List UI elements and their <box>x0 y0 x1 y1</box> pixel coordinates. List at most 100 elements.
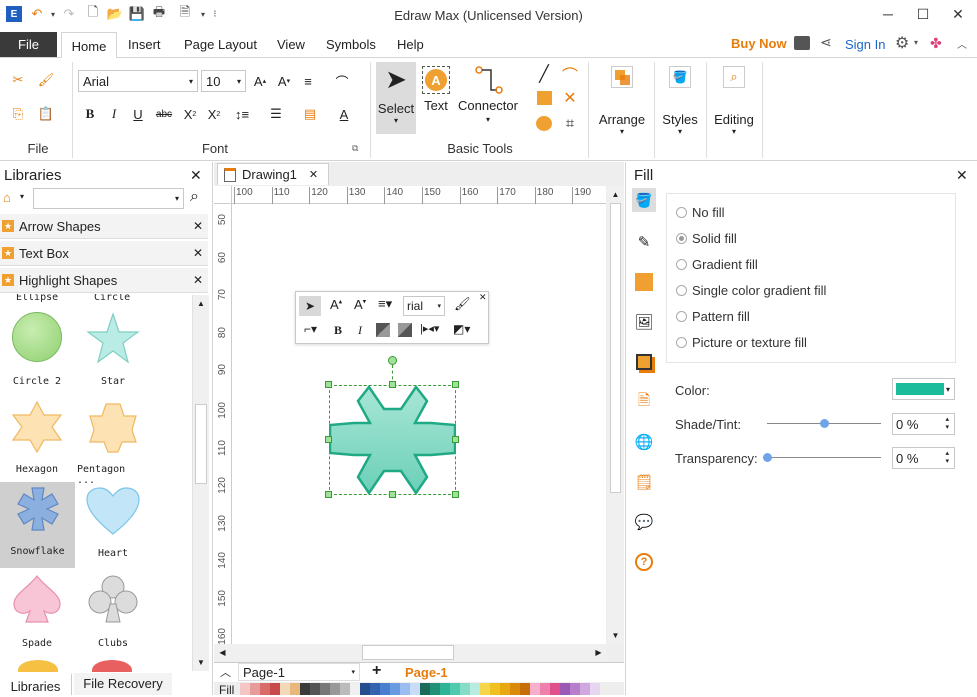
page-properties-icon[interactable]: 🗎 <box>632 390 656 414</box>
page-selector[interactable]: Page-1 ▾ <box>238 663 360 681</box>
align-icon[interactable]: ≡▾ <box>378 296 392 312</box>
palette-swatch[interactable] <box>290 683 300 695</box>
font-size-select[interactable]: 10 ▾ <box>201 70 246 92</box>
radio-no-fill[interactable]: No fill <box>676 202 725 222</box>
format-painter-icon[interactable]: 🖌 <box>454 296 471 312</box>
palette-swatch[interactable] <box>520 683 530 695</box>
radio-solid-fill[interactable]: Solid fill <box>676 228 737 248</box>
scroll-up-icon[interactable]: ▲ <box>607 186 624 203</box>
arc-icon[interactable]: ⌒ <box>560 64 580 85</box>
palette-swatch[interactable] <box>330 683 340 695</box>
palette-swatch[interactable] <box>440 683 450 695</box>
close-button[interactable]: ✕ <box>944 4 972 24</box>
strikethrough-icon[interactable]: abc <box>154 104 174 124</box>
distribute-icon[interactable]: |▸◂▾ <box>420 322 439 335</box>
decrease-font-icon[interactable]: A▾ <box>354 297 366 312</box>
resize-handle[interactable] <box>452 381 459 388</box>
palette-swatch[interactable] <box>420 683 430 695</box>
close-icon[interactable]: ✕ <box>309 168 318 181</box>
canvas-vertical-scrollbar[interactable]: ▲ ▼ <box>607 186 624 644</box>
document-tab[interactable]: Drawing1 ✕ <box>217 163 329 185</box>
scroll-down-icon[interactable]: ▼ <box>607 627 624 644</box>
radio-pattern-fill[interactable]: Pattern fill <box>676 306 750 326</box>
font-color-icon[interactable]: A <box>334 104 354 124</box>
resize-handle[interactable] <box>325 436 332 443</box>
scroll-left-icon[interactable]: ◀ <box>214 644 231 661</box>
palette-swatch[interactable] <box>260 683 270 695</box>
scroll-thumb[interactable] <box>610 203 621 493</box>
scroll-up-icon[interactable]: ▲ <box>193 295 209 312</box>
cut-icon[interactable]: ✂ <box>8 70 28 90</box>
shape-style-icon[interactable]: ◩▾ <box>453 322 470 336</box>
shape-spade[interactable]: Spade <box>1 574 73 660</box>
tab-help[interactable]: Help <box>397 37 424 52</box>
settings-dropdown-icon[interactable]: ▾ <box>914 38 918 47</box>
library-category-arrow-shapes[interactable]: ★ Arrow Shapes <box>0 214 208 239</box>
spinner-icon[interactable]: ▴ ▾ <box>945 450 949 466</box>
palette-swatch[interactable] <box>410 683 420 695</box>
tab-insert[interactable]: Insert <box>128 37 161 52</box>
rectangle-icon[interactable] <box>537 91 552 105</box>
text-highlight-icon[interactable]: ▤ <box>300 104 320 124</box>
transparency-slider-knob[interactable] <box>763 453 772 462</box>
minimize-button[interactable]: ─ <box>874 4 902 24</box>
palette-swatch[interactable] <box>280 683 290 695</box>
italic-icon[interactable]: I <box>358 323 362 338</box>
pointer-icon[interactable]: ➤ <box>299 296 321 316</box>
shape-partial[interactable] <box>92 660 132 672</box>
format-painter-icon[interactable]: 🖌 <box>36 70 56 90</box>
font-family-select[interactable]: Arial ▾ <box>78 70 198 92</box>
text-direction-icon[interactable]: ⌒ <box>332 71 352 91</box>
connector-style-icon[interactable]: ⌐▾ <box>304 322 317 336</box>
palette-swatch[interactable] <box>380 683 390 695</box>
palette-swatch[interactable] <box>530 683 540 695</box>
transparency-input[interactable]: 0 % ▴ ▾ <box>892 447 955 469</box>
theme-icon[interactable]: ✤ <box>930 35 942 52</box>
palette-swatch[interactable] <box>350 683 360 695</box>
rotation-handle[interactable] <box>388 356 397 365</box>
font-dialog-launcher-icon[interactable]: ⧉ <box>352 143 358 154</box>
library-search-input[interactable]: ▾ <box>33 188 184 209</box>
share-icon[interactable]: ⋖ <box>820 34 832 51</box>
styles-button[interactable]: 🪣 Styles ▾ <box>658 66 702 146</box>
palette-swatch[interactable] <box>270 683 280 695</box>
shape-circle-2[interactable]: Circle 2 <box>1 312 73 398</box>
line-style-icon[interactable]: ✎ <box>632 230 656 254</box>
align-icon[interactable]: ≡ <box>298 71 318 91</box>
palette-swatch[interactable] <box>250 683 260 695</box>
line-spacing-icon[interactable]: ↕≡ <box>232 104 252 124</box>
copy-icon[interactable]: ⎘ <box>8 104 28 124</box>
color-palette[interactable] <box>240 683 600 695</box>
page-nav-up-icon[interactable]: ︿ <box>220 664 231 680</box>
snowflake-shape[interactable] <box>329 385 456 495</box>
palette-swatch[interactable] <box>390 683 400 695</box>
ellipse-icon[interactable] <box>536 116 552 131</box>
shape-pentagon[interactable]: Pentagon ... <box>77 400 149 486</box>
palette-swatch[interactable] <box>450 683 460 695</box>
radio-gradient-fill[interactable]: Gradient fill <box>676 254 758 274</box>
bring-front-icon[interactable] <box>376 323 390 337</box>
scroll-thumb[interactable] <box>362 645 454 660</box>
resize-handle[interactable] <box>389 381 396 388</box>
subscript-icon[interactable]: X2 <box>180 104 200 124</box>
palette-swatch[interactable] <box>460 683 470 695</box>
palette-swatch[interactable] <box>370 683 380 695</box>
image-icon[interactable]: 🖼 <box>632 310 656 334</box>
palette-swatch[interactable] <box>510 683 520 695</box>
shape-partial[interactable] <box>18 660 58 672</box>
library-category-highlight-shapes[interactable]: ★ Highlight Shapes <box>0 268 208 293</box>
palette-swatch[interactable] <box>590 683 600 695</box>
shape-heart[interactable]: Heart <box>77 486 149 572</box>
palette-swatch[interactable] <box>480 683 490 695</box>
palette-swatch[interactable] <box>300 683 310 695</box>
collapse-ribbon-icon[interactable]: ︿ <box>957 36 967 51</box>
file-tab[interactable]: File <box>0 32 57 57</box>
palette-swatch[interactable] <box>320 683 330 695</box>
resize-handle[interactable] <box>325 381 332 388</box>
settings-gear-icon[interactable]: ⚙ <box>895 33 909 53</box>
cross-icon[interactable]: ✕ <box>560 88 580 108</box>
chevron-down-icon[interactable]: ▾ <box>20 192 24 201</box>
palette-swatch[interactable] <box>570 683 580 695</box>
underline-icon[interactable]: U <box>128 104 148 124</box>
select-tool-button[interactable]: ➤ Select ▾ <box>376 62 416 134</box>
